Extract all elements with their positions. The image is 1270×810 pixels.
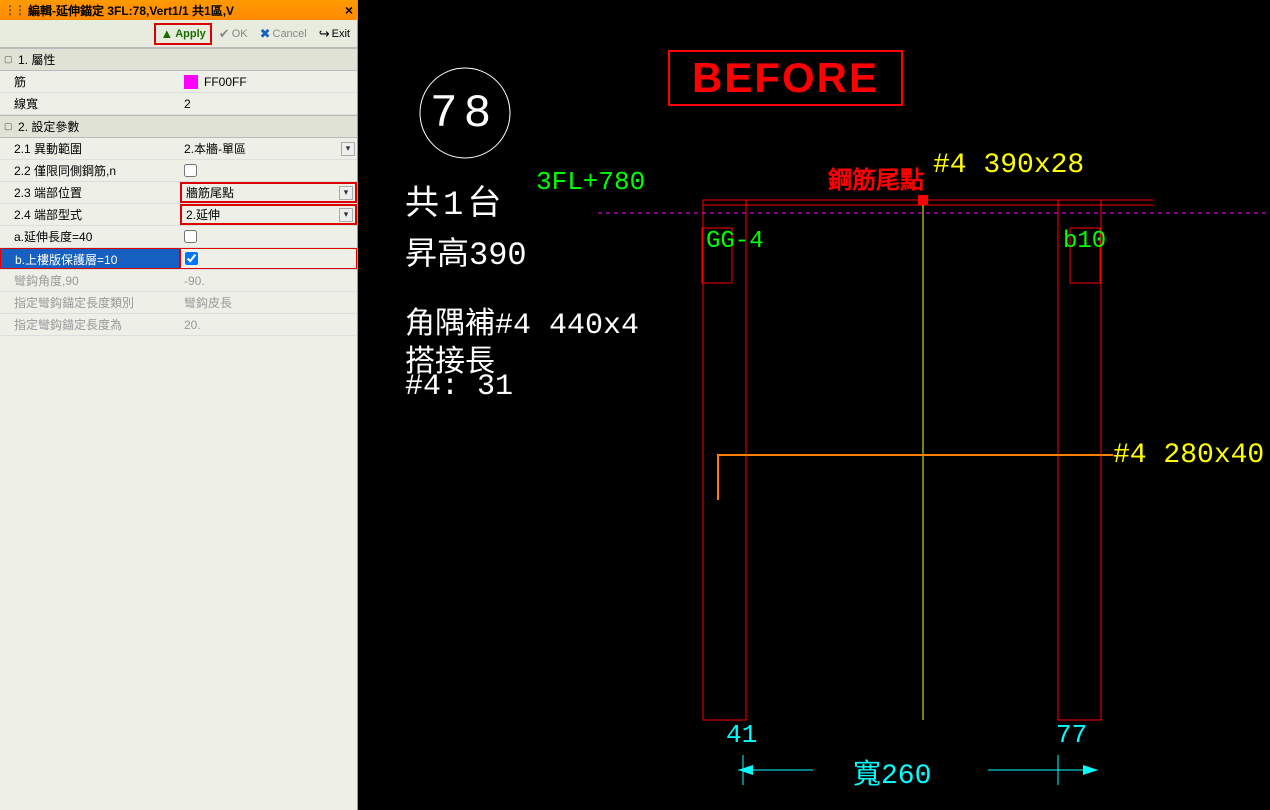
reinf-label: 筋 [0,71,180,92]
collapse-icon: ▢ [4,121,14,132]
ra-value[interactable] [180,226,357,247]
lap-text-2: #4: 31 [405,370,513,404]
row-linewidth: 線寬 [0,93,357,115]
hooklen-label: 指定彎鈎錨定長度類別 [0,292,180,313]
tailpoint-text: 鋼筋尾點 [828,160,924,196]
r22-label: 2.2 僅限同側鋼筋,n [0,160,180,181]
reinf-value[interactable]: FF00FF [180,71,357,92]
r23-text: 牆筋尾點 [186,184,234,201]
hookang-value: -90. [180,270,357,291]
ra-checkbox[interactable] [184,230,197,243]
ok-button[interactable]: ✔ OK [214,23,253,45]
gg4-label: GG-4 [706,228,764,255]
rise-text: 昇高390 [405,228,527,274]
rb-label: b.上樓版保護層=10 [0,248,180,269]
r23-value[interactable]: 牆筋尾點 ▾ [180,182,357,203]
hooklen-text: 彎鈎皮長 [184,294,232,311]
spec-1: #4 390x28 [933,150,1084,181]
row-b: b.上樓版保護層=10 [0,248,357,270]
r24-text: 2.延伸 [186,206,220,223]
hookval-label: 指定彎鈎錨定長度為 [0,314,180,335]
title-text: 編輯-延伸錨定 3FL:78,Vert1/1 共1區,V [28,2,234,19]
x-icon: ✖ [260,26,271,42]
row-2-3: 2.3 端部位置 牆筋尾點 ▾ [0,182,357,204]
r21-label: 2.1 異動範圍 [0,138,180,159]
cancel-label: Cancel [273,28,307,40]
ok-label: OK [232,28,248,40]
r23-label: 2.3 端部位置 [0,182,180,203]
row-reinforcement: 筋 FF00FF [0,71,357,93]
dim-41: 41 [726,720,757,750]
color-swatch[interactable] [184,75,198,89]
exit-label: Exit [332,28,350,40]
hooklen-value: 彎鈎皮長 [180,292,357,313]
r21-value[interactable]: 2.本牆-單區 ▾ [180,138,357,159]
r24-value[interactable]: 2.延伸 ▾ [180,204,357,225]
row-hookval: 指定彎鈎錨定長度為 20. [0,314,357,336]
hookval-text: 20. [184,318,201,332]
ra-label: a.延伸長度=40 [0,226,180,247]
dropdown-icon[interactable]: ▾ [339,208,353,222]
row-2-2: 2.2 僅限同側鋼筋,n [0,160,357,182]
apply-icon: ▲ [160,26,173,41]
cad-viewport[interactable]: BEFORE 78 共1台 昇高390 角隅補#4 440x4 搭接長 #4: … [358,0,1270,810]
row-hooklen: 指定彎鈎錨定長度類別 彎鈎皮長 [0,292,357,314]
section-1-header[interactable]: ▢ 1. 屬性 [0,48,357,71]
r22-value[interactable] [180,160,357,181]
close-icon[interactable]: × [345,2,353,18]
apply-label: Apply [175,28,206,40]
toolbar: ▲ Apply ✔ OK ✖ Cancel ↪ Exit [0,20,357,48]
row-hookangle: 彎鈎角度,90 -90. [0,270,357,292]
hookval-value: 20. [180,314,357,335]
collapse-icon: ▢ [4,54,14,65]
door-icon: ↪ [319,26,330,42]
rb-value[interactable] [180,248,357,269]
apply-button[interactable]: ▲ Apply [154,23,211,45]
reinf-color-text: FF00FF [204,75,247,89]
exit-button[interactable]: ↪ Exit [314,23,355,45]
dropdown-icon[interactable]: ▾ [341,142,355,156]
grip-icon: ⋮⋮ [4,3,24,17]
dim-77: 77 [1056,720,1087,750]
section-2-title: 2. 設定參數 [18,118,79,135]
lw-input[interactable] [184,97,357,111]
r21-text: 2.本牆-單區 [184,140,246,157]
titlebar[interactable]: ⋮⋮ 編輯-延伸錨定 3FL:78,Vert1/1 共1區,V × [0,0,357,20]
row-2-1: 2.1 異動範圍 2.本牆-單區 ▾ [0,138,357,160]
lw-label: 線寬 [0,93,180,114]
row-2-4: 2.4 端部型式 2.延伸 ▾ [0,204,357,226]
section-1-title: 1. 屬性 [18,51,55,68]
section-2-header[interactable]: ▢ 2. 設定參數 [0,115,357,138]
width-text: 寬260 [853,752,931,792]
circle-number: 78 [430,88,497,140]
property-panel: ⋮⋮ 編輯-延伸錨定 3FL:78,Vert1/1 共1區,V × ▲ Appl… [0,0,358,810]
r22-checkbox[interactable] [184,164,197,177]
rb-checkbox[interactable] [185,252,198,265]
spec-2: #4 280x40 [1113,440,1264,471]
unit-count: 共1台 [405,175,505,225]
b10-label: b10 [1063,228,1106,255]
lw-value[interactable] [180,93,357,114]
dropdown-icon[interactable]: ▾ [339,186,353,200]
row-a: a.延伸長度=40 [0,226,357,248]
before-badge: BEFORE [668,50,903,106]
cancel-button[interactable]: ✖ Cancel [255,23,312,45]
r24-label: 2.4 端部型式 [0,204,180,225]
hookang-text: -90. [184,274,205,288]
level-text: 3FL+780 [536,167,645,197]
check-icon: ✔ [219,26,230,42]
hookang-label: 彎鈎角度,90 [0,270,180,291]
